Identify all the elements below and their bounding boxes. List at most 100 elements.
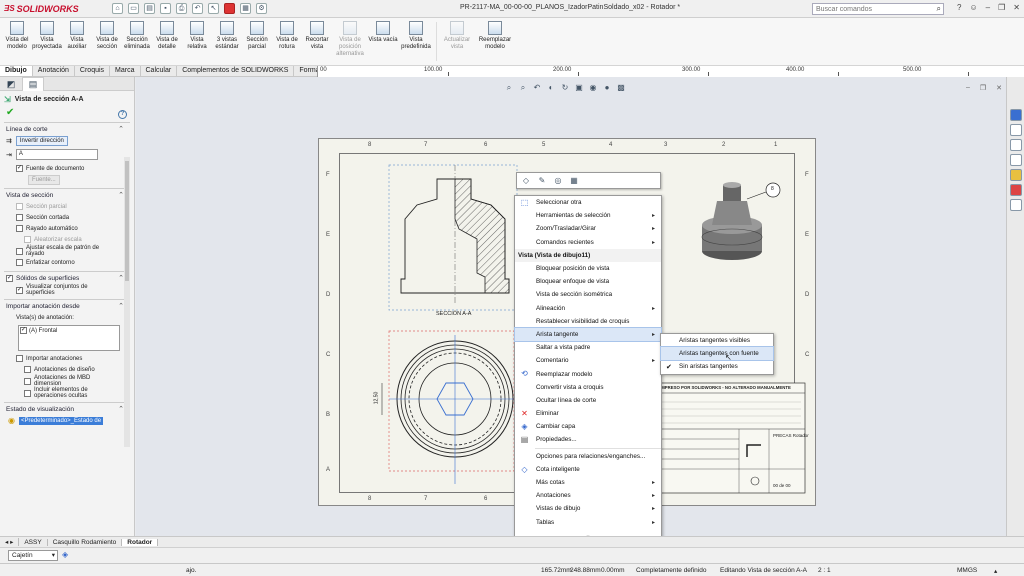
close-icon[interactable]: ✕ bbox=[996, 84, 1002, 92]
submenu-item-no-tangent[interactable]: ✔ Sin aristas tangentes bbox=[661, 360, 773, 373]
ribbon-button-broken-out-section[interactable]: Sección parcial bbox=[242, 18, 272, 65]
layer-select[interactable]: Cajetín ▾ bbox=[8, 550, 58, 561]
undo-icon[interactable]: ↶ bbox=[192, 3, 203, 14]
status-icon[interactable]: ▴ bbox=[994, 567, 997, 575]
close-icon[interactable]: ✕ bbox=[1013, 3, 1020, 12]
checkbox[interactable] bbox=[16, 203, 23, 210]
property-manager-tab[interactable]: ▤ bbox=[22, 77, 44, 91]
group-header[interactable]: Importar anotación desde ⌃ bbox=[4, 300, 130, 312]
dimension-label[interactable]: 12,50 bbox=[373, 392, 379, 405]
checkbox[interactable] bbox=[24, 377, 31, 385]
doc-font-row[interactable]: ✓ Fuente de documento bbox=[4, 163, 130, 174]
home-icon[interactable]: ⌂ bbox=[112, 3, 123, 14]
checkbox[interactable] bbox=[24, 366, 31, 373]
surface-bodies-checkbox[interactable]: ✓ bbox=[6, 274, 13, 282]
menu-item-change-layer[interactable]: ◈ Cambiar capa bbox=[515, 420, 661, 433]
rebuild-icon[interactable] bbox=[224, 3, 235, 14]
search-icon[interactable]: ⌕ bbox=[937, 4, 941, 14]
minimize-icon[interactable]: – bbox=[966, 84, 970, 92]
menu-item-select-other[interactable]: ⬚ Seleccionar otra bbox=[515, 196, 661, 209]
option-mbd-annotations[interactable]: Anotaciones de MBD dimension bbox=[4, 375, 130, 387]
option-show-surfaces[interactable]: ✓ Visualizar conjuntos de superficies bbox=[4, 284, 130, 296]
menu-item-tables[interactable]: Tablas ▸ bbox=[515, 516, 661, 529]
appearances-icon[interactable] bbox=[1009, 169, 1022, 181]
solidworks-resources-icon[interactable] bbox=[1009, 109, 1022, 121]
layer-properties-icon[interactable]: ◈ bbox=[62, 550, 68, 559]
save-icon[interactable]: ▪ bbox=[160, 3, 171, 14]
font-button[interactable]: Fuente... bbox=[28, 174, 60, 185]
submenu-item-visible-tangent[interactable]: Aristas tangentes visibles bbox=[661, 334, 773, 347]
select-arrow-icon[interactable]: ↖ bbox=[208, 3, 219, 14]
custom-properties-icon[interactable] bbox=[1009, 184, 1022, 196]
menu-item-jump-to-parent[interactable]: Saltar a vista padre bbox=[515, 341, 661, 354]
collapse-icon[interactable]: ⌃ bbox=[118, 125, 124, 133]
ribbon-button-empty-view[interactable]: Vista vacía bbox=[368, 18, 398, 65]
menu-item-zoom-pan-rotate[interactable]: Zoom/Trasladar/Girar ▸ bbox=[515, 222, 661, 235]
search-commands-input[interactable]: Buscar comandos ⌕ bbox=[812, 3, 944, 15]
options-gear-icon[interactable]: ⚙ bbox=[256, 3, 267, 14]
option-partial-section[interactable]: Sección parcial bbox=[4, 201, 130, 212]
zoom-to-fit-icon[interactable]: ⌕ bbox=[504, 83, 514, 93]
display-state-selected[interactable]: <Predeterminado>_Estado de bbox=[18, 416, 104, 425]
previous-view-icon[interactable]: ↶ bbox=[532, 83, 542, 93]
table-icon[interactable]: ▦ bbox=[569, 176, 579, 186]
menu-item-smart-dimension[interactable]: ◇ Cota inteligente bbox=[515, 463, 661, 476]
front-view-circles[interactable] bbox=[381, 330, 519, 484]
group-header[interactable]: ✓ Sólidos de superficies ⌃ bbox=[4, 272, 130, 284]
menu-item-alignment[interactable]: Alineación ▸ bbox=[515, 302, 661, 315]
appearance-icon[interactable]: ● bbox=[602, 83, 612, 93]
ribbon-button-detail-view[interactable]: Vista de detalle bbox=[152, 18, 182, 65]
list-item[interactable]: ✓ (A) Frontal bbox=[20, 327, 118, 334]
ok-check-button[interactable]: ✔ bbox=[0, 107, 134, 119]
new-file-icon[interactable]: ▭ bbox=[128, 3, 139, 14]
balloon-icon[interactable]: ◎ bbox=[553, 176, 563, 186]
ribbon-button-replace-model[interactable]: Reemplazar modelo bbox=[475, 18, 515, 65]
menu-item-selection-tools[interactable]: Herramientas de selección ▸ bbox=[515, 209, 661, 222]
status-scale[interactable]: 2 : 1 bbox=[818, 567, 831, 574]
ribbon-button-removed-section[interactable]: Sección eliminada bbox=[122, 18, 152, 65]
scene-icon[interactable]: ▩ bbox=[616, 83, 626, 93]
ribbon-button-update-view[interactable]: Actualizar vista bbox=[439, 18, 475, 65]
menu-item-reset-sketch-visibility[interactable]: Restablecer visibilidad de croquis bbox=[515, 315, 661, 328]
minimize-icon[interactable]: – bbox=[986, 3, 990, 12]
menu-item-properties[interactable]: ▤ Propiedades... bbox=[515, 433, 661, 446]
checkbox[interactable] bbox=[16, 225, 23, 232]
checkbox[interactable] bbox=[16, 259, 23, 266]
checkbox[interactable] bbox=[24, 236, 31, 243]
menu-item-relations-options[interactable]: Opciones para relaciones/enganches... bbox=[515, 450, 661, 463]
tab-croquis[interactable]: Croquis bbox=[75, 66, 111, 76]
menu-item-recent-commands[interactable]: Comandos recientes ▸ bbox=[515, 236, 661, 249]
ribbon-button-section-view[interactable]: Vista de sección bbox=[92, 18, 122, 65]
option-auto-hatching[interactable]: Rayado automático bbox=[4, 223, 130, 234]
menu-item-comment[interactable]: Comentario ▸ bbox=[515, 354, 661, 367]
tab-marca[interactable]: Marca bbox=[110, 66, 141, 76]
sheet-tab-assy[interactable]: ASSY bbox=[19, 538, 48, 546]
group-header[interactable]: Vista de sección ⌃ bbox=[4, 189, 130, 201]
ribbon-button-break-view[interactable]: Vista de rotura bbox=[272, 18, 302, 65]
ribbon-button-predefined-view[interactable]: Vista predefinida bbox=[398, 18, 434, 65]
ribbon-button-crop-view[interactable]: Recortar vista bbox=[302, 18, 332, 65]
smart-dim-icon[interactable]: ◇ bbox=[521, 176, 531, 186]
ribbon-button-relative-view[interactable]: Vista relativa bbox=[182, 18, 212, 65]
menu-item-hide-cutting-line[interactable]: Ocultar línea de corte bbox=[515, 394, 661, 407]
restore-icon[interactable]: ❐ bbox=[998, 3, 1005, 12]
menu-item-drawing-views[interactable]: Vistas de dibujo ▸ bbox=[515, 502, 661, 515]
display-style-icon[interactable]: ▣ bbox=[574, 83, 584, 93]
file-explorer-icon[interactable] bbox=[1009, 139, 1022, 151]
option-randomize-scale[interactable]: Aleatorizar escala bbox=[4, 234, 130, 245]
status-units[interactable]: MMGS bbox=[957, 567, 977, 574]
section-label-input[interactable]: A bbox=[15, 149, 98, 160]
option-hidden-features[interactable]: Incluir elementos de operaciones ocultas bbox=[4, 387, 130, 399]
user-icon[interactable]: ☺ bbox=[970, 3, 978, 12]
tab-dibujo[interactable]: Dibujo bbox=[0, 66, 33, 76]
option-emphasize-outline[interactable]: Enfatizar contorno bbox=[4, 257, 130, 268]
tab-complementos[interactable]: Complementos de SOLIDWORKS bbox=[177, 66, 295, 76]
checkbox[interactable]: ✓ bbox=[20, 327, 27, 334]
ribbon-button-projected-view[interactable]: Vista proyectada bbox=[32, 18, 62, 65]
menu-item-convert-to-sketch[interactable]: Convertir vista a croquis bbox=[515, 381, 661, 394]
option-cut-section[interactable]: Sección cortada bbox=[4, 212, 130, 223]
menu-item-annotations[interactable]: Anotaciones ▸ bbox=[515, 489, 661, 502]
section-view-a-a[interactable] bbox=[388, 164, 518, 311]
option-scale-hatch[interactable]: Ajustar escala de patrón de rayado bbox=[4, 245, 130, 257]
menu-item-delete[interactable]: ✕ Eliminar bbox=[515, 407, 661, 420]
